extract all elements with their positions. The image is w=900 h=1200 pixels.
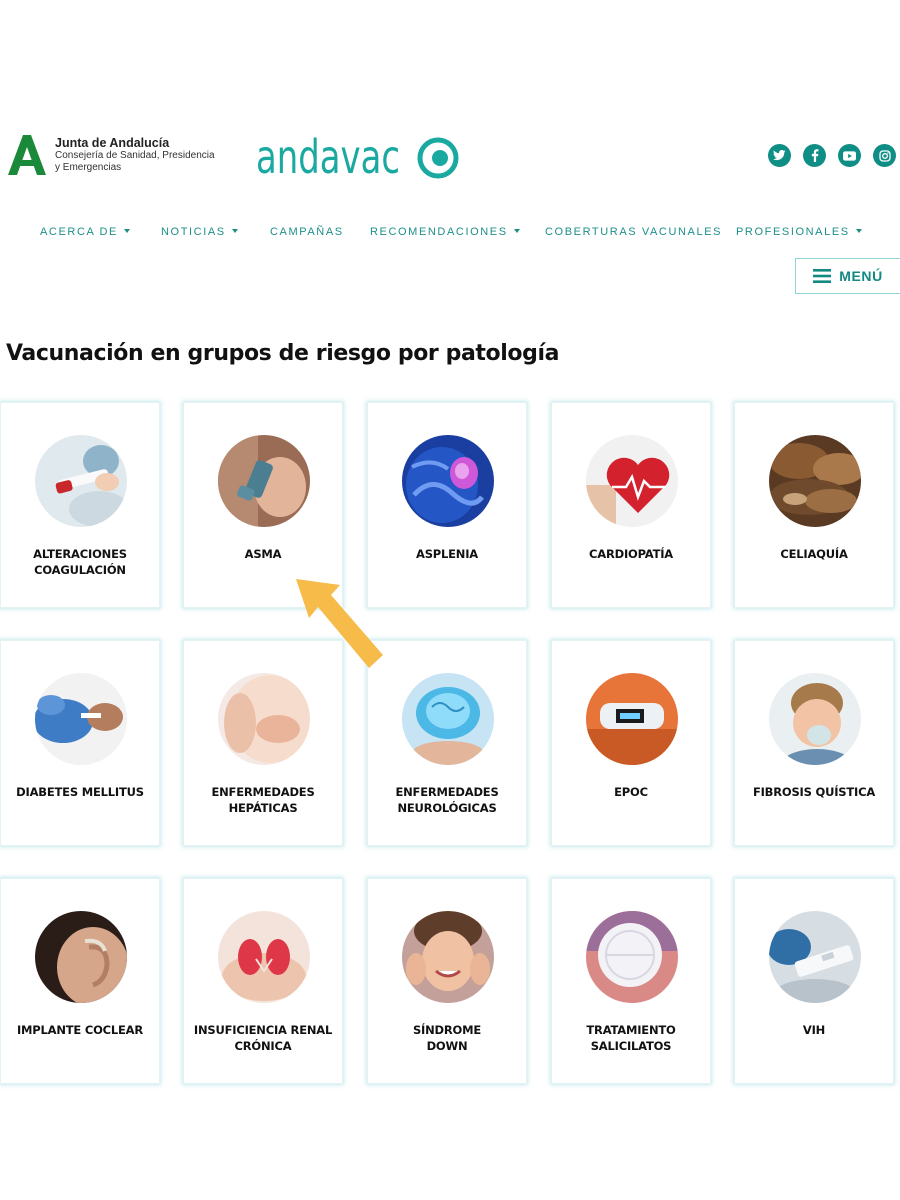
andavac-logo[interactable]: andavac bbox=[256, 130, 461, 184]
nav-item-label: RECOMENDACIONES bbox=[370, 226, 508, 238]
card-image bbox=[586, 673, 678, 765]
nav-item-label: ACERCA DE bbox=[40, 226, 118, 238]
aspirin-pill-icon bbox=[586, 911, 678, 1003]
card-label: CARDIOPATÍA bbox=[589, 547, 673, 561]
facebook-icon[interactable] bbox=[803, 144, 826, 167]
caret-down-icon bbox=[123, 229, 130, 233]
nav-item-recomendaciones[interactable]: RECOMENDACIONES bbox=[370, 226, 520, 238]
card-label: FIBROSIS QUÍSTICA bbox=[752, 785, 876, 799]
card-celiaquia[interactable]: CELIAQUÍA bbox=[734, 402, 894, 608]
card-image bbox=[769, 911, 861, 1003]
nav-item-label: CAMPAÑAS bbox=[270, 226, 344, 238]
card-image bbox=[402, 673, 494, 765]
card-asplenia[interactable]: ASPLENIA bbox=[367, 402, 527, 608]
card-enfermedades-neurologicas[interactable]: ENFERMEDADES NEUROLÓGICAS bbox=[367, 640, 527, 846]
menu-button[interactable]: MENÚ bbox=[795, 258, 900, 294]
card-image bbox=[218, 435, 310, 527]
card-image bbox=[586, 435, 678, 527]
card-label: CELIAQUÍA bbox=[780, 547, 848, 561]
blood-sample-tube-icon bbox=[35, 435, 127, 527]
card-diabetes-mellitus[interactable]: DIABETES MELLITUS bbox=[0, 640, 160, 846]
card-label: ENFERMEDADES HEPÁTICAS bbox=[211, 785, 315, 815]
main-nav: ACERCA DE NOTICIAS CAMPAÑAS RECOMENDACIO… bbox=[0, 226, 900, 242]
junta-andalucia-logo[interactable]: Junta de Andalucía Consejería de Sanidad… bbox=[6, 133, 215, 177]
bread-icon bbox=[769, 435, 861, 527]
card-image bbox=[218, 673, 310, 765]
nav-item-label: COBERTURAS VACUNALES bbox=[545, 226, 723, 238]
card-tratamiento-salicilatos[interactable]: TRATAMIENTO SALICILATOS bbox=[551, 878, 711, 1084]
caret-down-icon bbox=[231, 229, 238, 233]
junta-emblem-icon bbox=[8, 135, 46, 175]
nav-item-label: PROFESIONALES bbox=[736, 226, 850, 238]
hiv-test-icon bbox=[769, 911, 861, 1003]
card-label: TRATAMIENTO SALICILATOS bbox=[586, 1023, 676, 1053]
spleen-anatomy-icon bbox=[402, 435, 494, 527]
glucose-test-hands-icon bbox=[35, 673, 127, 765]
brain-icon bbox=[402, 673, 494, 765]
org-subtitle: Consejería de Sanidad, Presidencia bbox=[55, 149, 215, 161]
card-image bbox=[586, 911, 678, 1003]
card-image bbox=[769, 435, 861, 527]
card-insuficiencia-renal-cronica[interactable]: INSUFICIENCIA RENAL CRÓNICA bbox=[183, 878, 343, 1084]
hamburger-icon bbox=[813, 269, 832, 283]
card-implante-coclear[interactable]: IMPLANTE COCLEAR bbox=[0, 878, 160, 1084]
card-label: ALTERACIONES COAGULACIÓN bbox=[33, 547, 127, 577]
nav-item-label: NOTICIAS bbox=[161, 226, 226, 238]
andavac-wordmark: andavac bbox=[256, 130, 459, 184]
card-epoc[interactable]: EPOC bbox=[551, 640, 711, 846]
card-image bbox=[35, 673, 127, 765]
card-image bbox=[35, 435, 127, 527]
org-title: Junta de Andalucía bbox=[55, 135, 170, 150]
card-label: ASMA bbox=[244, 547, 282, 561]
kidneys-icon bbox=[218, 911, 310, 1003]
card-cardiopatia[interactable]: CARDIOPATÍA bbox=[551, 402, 711, 608]
nav-item-acerca-de[interactable]: ACERCA DE bbox=[40, 226, 130, 238]
highlight-arrow-icon bbox=[296, 579, 383, 668]
smiling-child-icon bbox=[402, 911, 494, 1003]
card-alteraciones-coagulacion[interactable]: ALTERACIONES COAGULACIÓN bbox=[0, 402, 160, 608]
card-fibrosis-quistica[interactable]: FIBROSIS QUÍSTICA bbox=[734, 640, 894, 846]
menu-button-label: MENÚ bbox=[839, 268, 883, 284]
card-image bbox=[402, 435, 494, 527]
page-title: Vacunación en grupos de riesgo por patol… bbox=[6, 341, 560, 366]
card-image bbox=[769, 673, 861, 765]
heart-icon bbox=[586, 435, 678, 527]
nav-item-profesionales[interactable]: PROFESIONALES bbox=[736, 226, 862, 238]
ear-implant-icon bbox=[35, 911, 127, 1003]
inhaler-icon bbox=[218, 435, 310, 527]
nav-item-campanas[interactable]: CAMPAÑAS bbox=[270, 226, 344, 238]
card-label: INSUFICIENCIA RENAL CRÓNICA bbox=[193, 1023, 333, 1053]
card-label: SÍNDROME DOWN bbox=[412, 1023, 482, 1053]
social-links bbox=[768, 144, 896, 167]
pulse-oximeter-icon bbox=[586, 673, 678, 765]
card-image bbox=[402, 911, 494, 1003]
card-sindrome-down[interactable]: SÍNDROME DOWN bbox=[367, 878, 527, 1084]
card-label: ASPLENIA bbox=[416, 547, 478, 561]
card-label: VIH bbox=[802, 1023, 826, 1037]
card-label: EPOC bbox=[614, 785, 648, 799]
card-vih[interactable]: VIH bbox=[734, 878, 894, 1084]
abdomen-pain-icon bbox=[218, 673, 310, 765]
nav-item-noticias[interactable]: NOTICIAS bbox=[161, 226, 238, 238]
youtube-icon[interactable] bbox=[838, 144, 861, 167]
twitter-icon[interactable] bbox=[768, 144, 791, 167]
card-image bbox=[35, 911, 127, 1003]
org-subtitle-2: y Emergencias bbox=[55, 161, 122, 173]
card-label: IMPLANTE COCLEAR bbox=[16, 1023, 144, 1037]
card-label: DIABETES MELLITUS bbox=[16, 785, 144, 799]
brand-wordmark-text: andavac bbox=[256, 130, 400, 182]
nav-item-coberturas-vacunales[interactable]: COBERTURAS VACUNALES bbox=[545, 226, 722, 238]
caret-down-icon bbox=[855, 229, 862, 233]
instagram-icon[interactable] bbox=[873, 144, 896, 167]
child-nebulizer-icon bbox=[769, 673, 861, 765]
card-image bbox=[218, 911, 310, 1003]
card-label: ENFERMEDADES NEUROLÓGICAS bbox=[395, 785, 499, 815]
caret-down-icon bbox=[513, 229, 520, 233]
